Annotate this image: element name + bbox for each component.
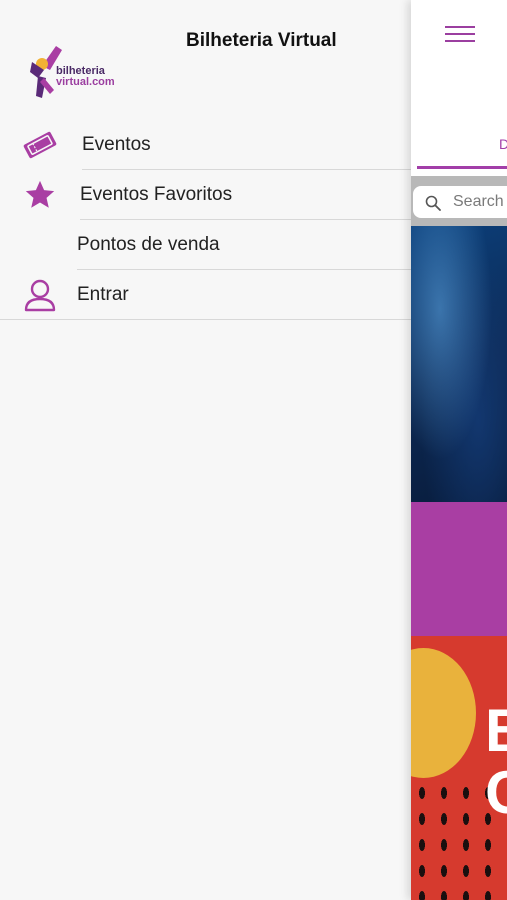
menu-item-eventos-favoritos[interactable]: Eventos Favoritos bbox=[0, 170, 411, 220]
menu-item-label: Eventos Favoritos bbox=[80, 184, 233, 205]
main-screen: D Search BC bbox=[411, 0, 507, 900]
menu-divider bbox=[0, 319, 411, 320]
menu-item-label: Eventos bbox=[82, 134, 151, 155]
search-input[interactable]: Search bbox=[413, 186, 507, 218]
event-banner[interactable] bbox=[411, 502, 507, 636]
menu-item-pontos-de-venda[interactable]: Pontos de venda bbox=[0, 220, 411, 270]
hamburger-menu-icon[interactable] bbox=[445, 26, 475, 44]
bilheteria-virtual-logo[interactable]: bilheteria virtual.com bbox=[26, 44, 130, 102]
event-image[interactable]: BC bbox=[411, 636, 507, 900]
search-placeholder: Search bbox=[453, 193, 504, 210]
search-bar: Search bbox=[411, 176, 507, 226]
drawer-menu: Eventos Eventos Favoritos Pontos de vend… bbox=[0, 120, 411, 320]
menu-item-label: Entrar bbox=[77, 284, 129, 305]
menu-item-label: Pontos de venda bbox=[77, 234, 220, 255]
event-image[interactable] bbox=[411, 226, 507, 502]
image-shape bbox=[411, 648, 476, 778]
logo-line-2: virtual.com bbox=[56, 76, 115, 88]
drawer-title: Bilheteria Virtual bbox=[186, 30, 337, 51]
menu-item-entrar[interactable]: Entrar bbox=[0, 270, 411, 320]
menu-item-eventos[interactable]: Eventos bbox=[0, 120, 411, 170]
logo-text: bilheteria virtual.com bbox=[56, 66, 115, 88]
star-icon bbox=[22, 177, 58, 213]
user-icon bbox=[22, 277, 58, 313]
navigation-drawer: bilheteria virtual.com Bilheteria Virtua… bbox=[0, 0, 411, 900]
ticket-icon bbox=[22, 127, 58, 163]
image-lettering: BC bbox=[485, 697, 507, 826]
search-icon bbox=[425, 195, 441, 211]
tab-partial[interactable]: D bbox=[499, 136, 507, 152]
tab-indicator bbox=[417, 166, 507, 169]
